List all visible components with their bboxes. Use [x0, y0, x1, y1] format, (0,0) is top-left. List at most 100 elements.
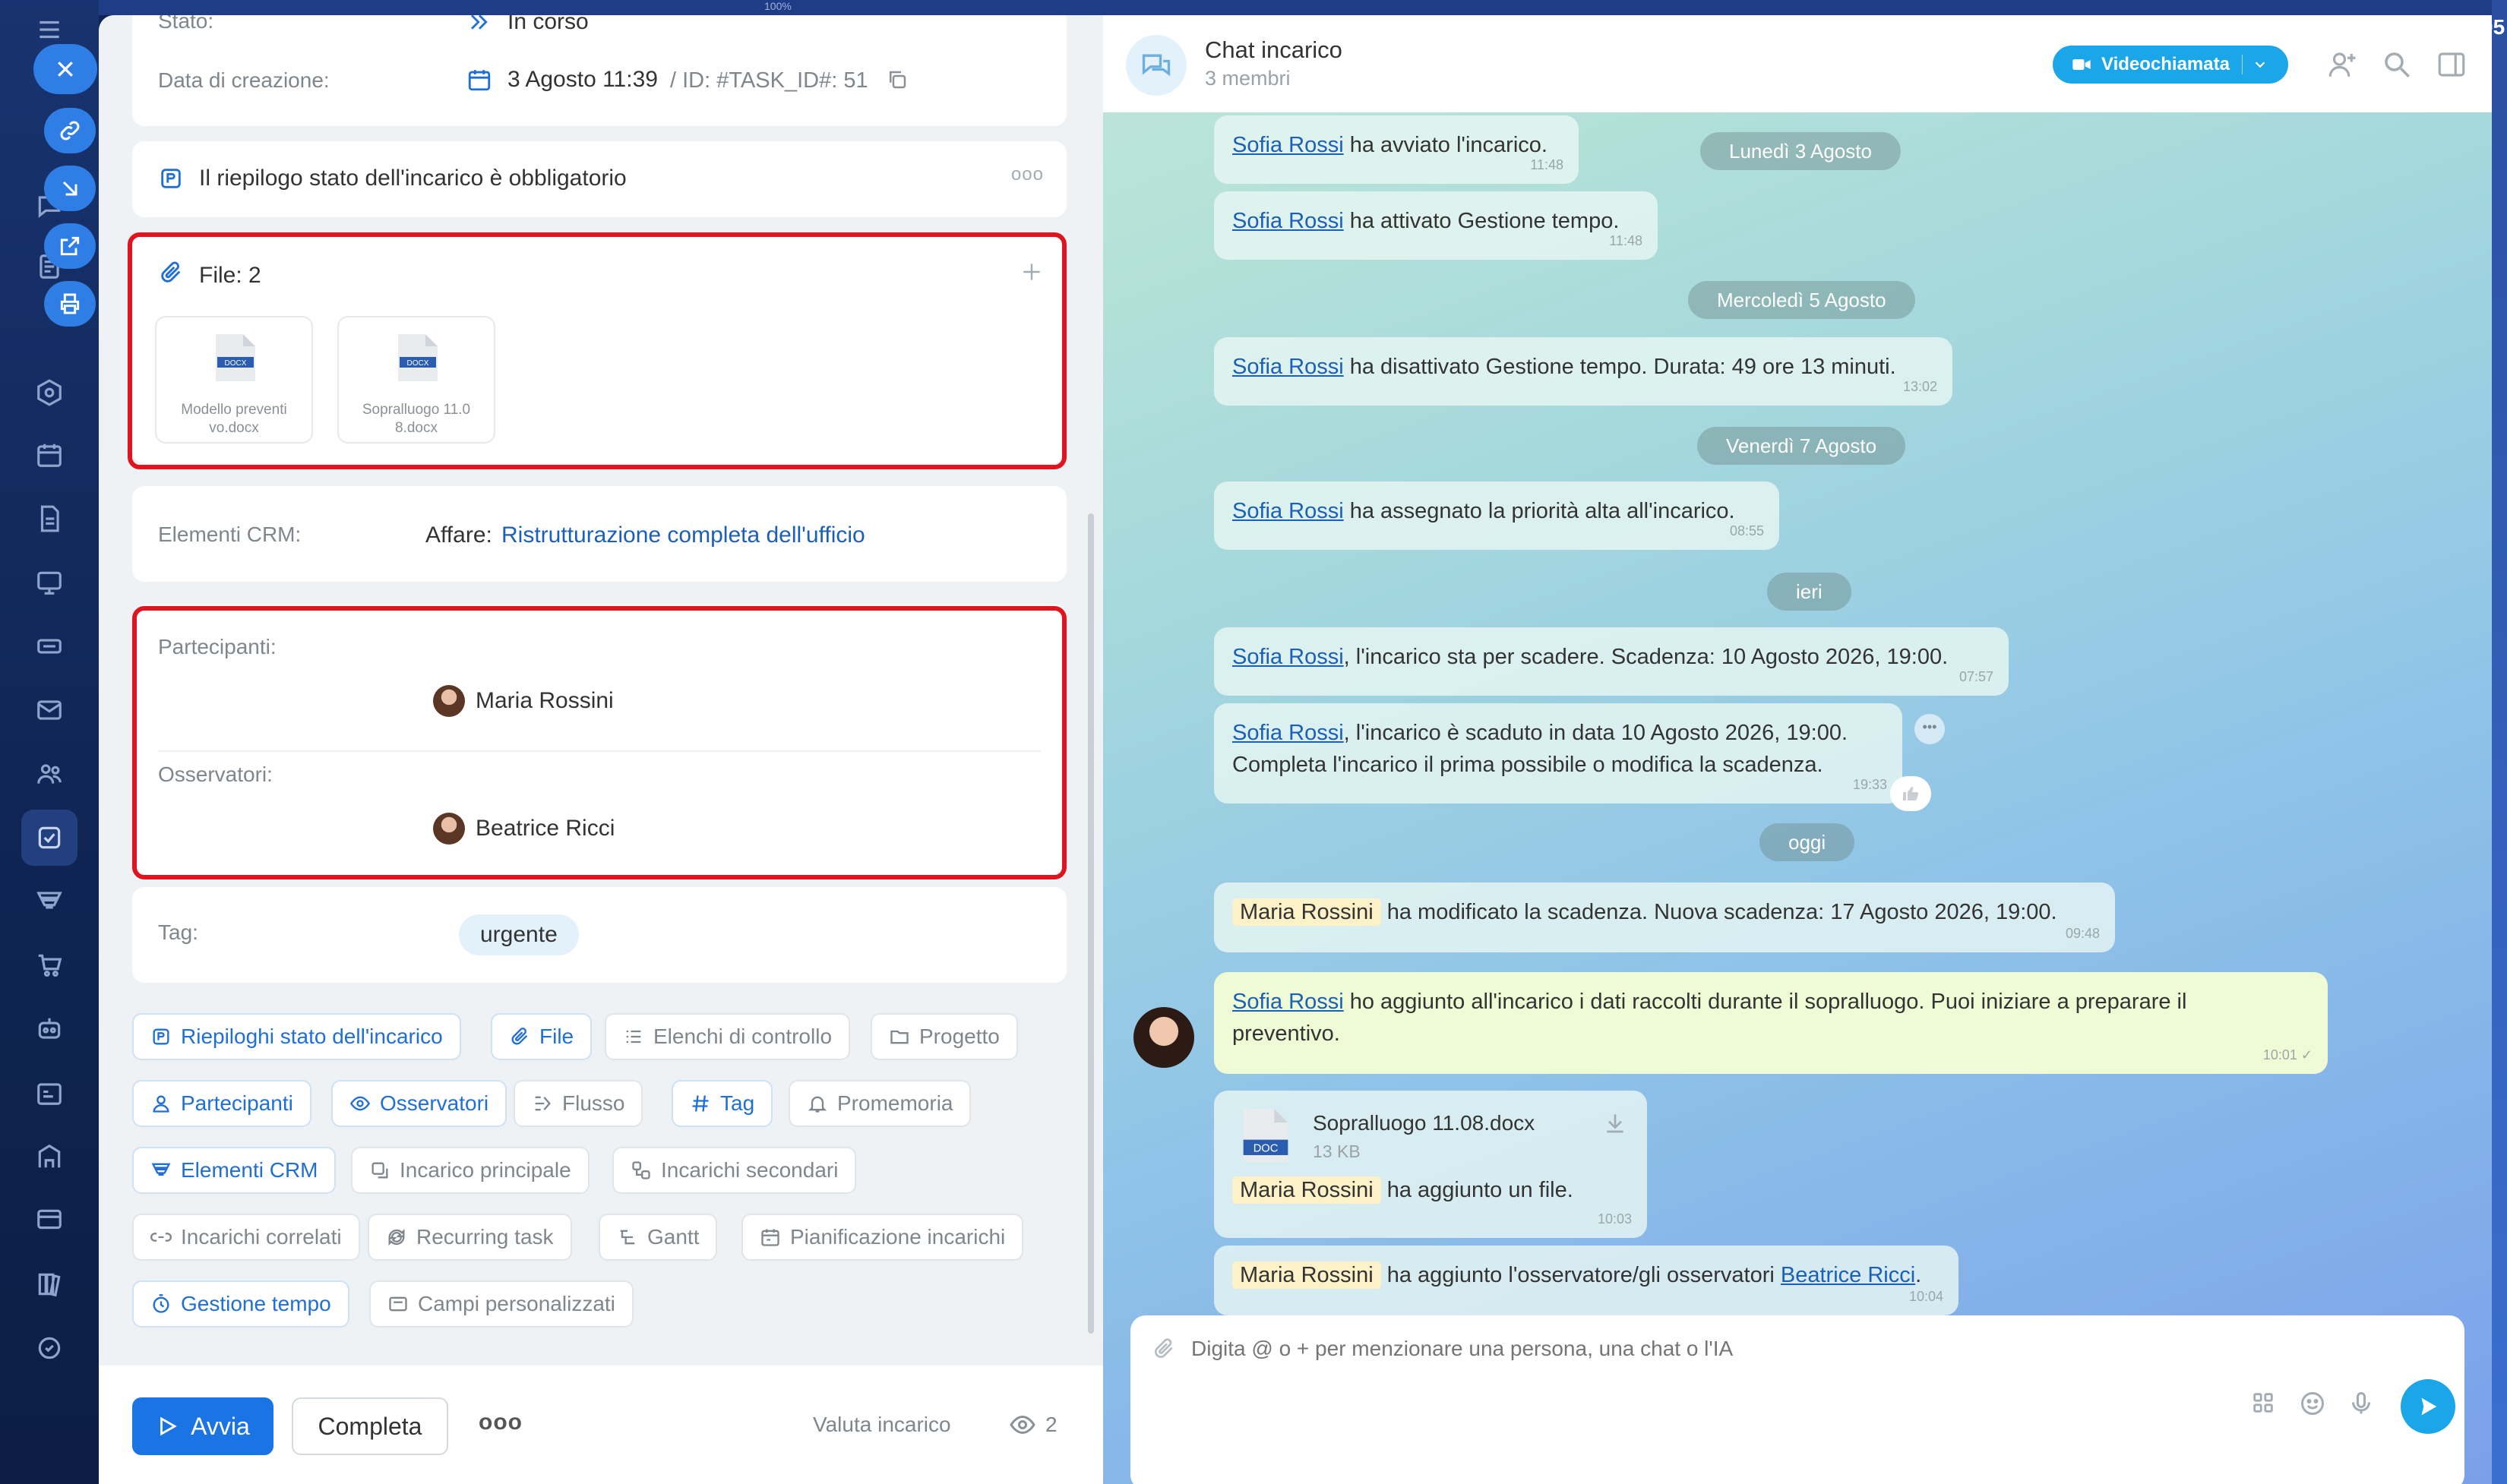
author-link[interactable]: Sofia Rossi: [1232, 990, 1344, 1014]
more-options-icon[interactable]: ooo: [1011, 164, 1044, 185]
author-link[interactable]: Sofia Rossi: [1232, 355, 1344, 379]
chat-members[interactable]: 3 membri: [1205, 67, 1291, 90]
author-mention[interactable]: Maria Rossini: [1232, 1261, 1381, 1289]
start-label: Avvia: [191, 1412, 250, 1440]
author-link[interactable]: Sofia Rossi: [1232, 645, 1344, 669]
chip-label: Pianificazione incarichi: [790, 1225, 1006, 1249]
message-time: 07:57: [1958, 669, 1993, 684]
close-slider-button[interactable]: [33, 44, 97, 94]
chip-flow[interactable]: Flusso: [514, 1080, 643, 1127]
chip-observers[interactable]: Osservatori: [331, 1080, 507, 1127]
file-message: DOC Sopralluogo 11.08.docx 13 KB Maria R…: [1214, 1091, 1647, 1238]
nav-mail-icon[interactable]: [33, 694, 65, 726]
add-user-icon[interactable]: [2326, 49, 2358, 81]
message-text: ha aggiunto l'osservatore/gli osservator…: [1380, 1263, 1781, 1287]
download-icon[interactable]: [1603, 1110, 1627, 1135]
chip-label: Incarichi secondari: [661, 1158, 839, 1182]
chip-crm-elements[interactable]: Elementi CRM: [132, 1147, 337, 1194]
chip-project[interactable]: Progetto: [871, 1013, 1018, 1060]
message-menu-icon[interactable]: •••: [1914, 714, 1945, 744]
send-button[interactable]: [2401, 1379, 2455, 1434]
search-icon[interactable]: [2381, 49, 2413, 81]
message-text: ha avviato l'incarico.: [1343, 133, 1548, 157]
message-time: 10:03: [1597, 1211, 1632, 1227]
chip-label: Tag: [720, 1091, 755, 1115]
system-message: Maria Rossini ha aggiunto l'osservatore/…: [1214, 1246, 1958, 1315]
link-icon: [60, 121, 80, 141]
open-new-window-button[interactable]: [44, 223, 96, 269]
hash-icon: [692, 1095, 709, 1112]
chip-gantt[interactable]: Gantt: [599, 1214, 718, 1261]
nav-automation-icon[interactable]: [33, 1013, 65, 1045]
like-icon[interactable]: [1890, 776, 1931, 811]
left-scrollbar[interactable]: [1088, 513, 1094, 1334]
nav-company-icon[interactable]: [33, 1141, 65, 1173]
author-link[interactable]: Sofia Rossi: [1232, 721, 1344, 745]
chip-task-planning[interactable]: Pianificazione incarichi: [741, 1214, 1024, 1261]
chip-tag[interactable]: Tag: [672, 1080, 773, 1127]
crm-deal-link[interactable]: Ristrutturazione completa dell'ufficio: [501, 523, 865, 548]
user-icon: [153, 1095, 169, 1113]
chip-file[interactable]: File: [491, 1013, 593, 1060]
chip-label: Riepiloghi stato dell'incarico: [181, 1025, 443, 1048]
nav-documents-icon[interactable]: [33, 503, 65, 535]
minimize-button[interactable]: [44, 166, 96, 211]
message-time: 08:55: [1729, 523, 1764, 538]
chip-related-tasks[interactable]: Incarichi correlati: [132, 1214, 360, 1261]
nav-knowledge-icon[interactable]: [33, 1268, 65, 1300]
chip-label: Incarico principale: [400, 1158, 571, 1182]
nav-collab-icon[interactable]: [33, 377, 65, 409]
observer-link[interactable]: Beatrice Ricci: [1781, 1263, 1915, 1287]
people-highlight-box: [132, 606, 1067, 879]
author-link[interactable]: Sofia Rossi: [1232, 209, 1344, 233]
message-text: , l'incarico sta per scadere. Scadenza: …: [1343, 645, 1949, 669]
start-task-button[interactable]: Avvia: [132, 1397, 273, 1455]
print-button[interactable]: [44, 281, 96, 327]
microphone-icon[interactable]: [2347, 1390, 2375, 1417]
author-mention[interactable]: Maria Rossini: [1232, 1176, 1381, 1204]
author-mention[interactable]: Maria Rossini: [1232, 898, 1381, 926]
tag-urgente[interactable]: urgente: [459, 914, 579, 955]
chip-custom-fields[interactable]: Campi personalizzati: [369, 1280, 634, 1328]
chip-checklists[interactable]: Elenchi di controllo: [605, 1013, 851, 1060]
chip-parent-task[interactable]: Incarico principale: [351, 1147, 590, 1194]
nav-crm-icon[interactable]: [33, 886, 65, 917]
nav-shop-icon[interactable]: [33, 949, 65, 981]
chip-time-tracking[interactable]: Gestione tempo: [132, 1280, 349, 1328]
message-input[interactable]: [1191, 1328, 2331, 1370]
nav-sites-icon[interactable]: [33, 1205, 65, 1236]
nav-groups-icon[interactable]: [33, 758, 65, 790]
eye-icon: [349, 1096, 371, 1111]
message-text: ho aggiunto all'incarico i dati raccolti…: [1343, 990, 2187, 1014]
chip-reminder[interactable]: Promemoria: [789, 1080, 972, 1127]
nav-tasks-icon[interactable]: [33, 822, 65, 854]
nav-board-icon[interactable]: [33, 567, 65, 598]
paperclip-icon[interactable]: [1152, 1337, 1176, 1361]
nav-calendar-icon[interactable]: [33, 439, 65, 471]
chip-participants[interactable]: Partecipanti: [132, 1080, 311, 1127]
apps-grid-icon[interactable]: [2250, 1390, 2276, 1416]
emoji-icon[interactable]: [2299, 1390, 2326, 1417]
copy-link-button[interactable]: [44, 108, 96, 153]
chip-recurring-task[interactable]: Recurring task: [368, 1214, 572, 1261]
send-icon: [2421, 1397, 2437, 1416]
video-call-button[interactable]: Videochiamata: [2053, 46, 2288, 84]
sidebar-toggle-icon[interactable]: [2436, 49, 2467, 81]
nav-drive-icon[interactable]: [33, 630, 65, 662]
status-play-icon: [471, 15, 488, 30]
nav-planner-icon[interactable]: [33, 1077, 65, 1109]
complete-task-button[interactable]: Completa: [292, 1397, 448, 1455]
nav-settings-icon[interactable]: [33, 1332, 65, 1364]
chip-label: Campi personalizzati: [418, 1292, 615, 1315]
menu-icon[interactable]: [33, 14, 65, 46]
file-name[interactable]: Sopralluogo 11.08.docx: [1313, 1107, 1535, 1139]
rate-task-link[interactable]: Valuta incarico: [813, 1413, 951, 1437]
author-link[interactable]: Sofia Rossi: [1232, 499, 1344, 523]
author-link[interactable]: Sofia Rossi: [1232, 133, 1344, 157]
chip-subtasks[interactable]: Incarichi secondari: [612, 1147, 857, 1194]
chip-status-summaries[interactable]: Riepiloghi stato dell'incarico: [132, 1013, 461, 1060]
doc-file-icon[interactable]: DOC: [1243, 1109, 1288, 1162]
calendar-plan-icon: [761, 1229, 779, 1246]
copy-icon[interactable]: [886, 68, 909, 91]
more-actions-button[interactable]: ooo: [479, 1410, 523, 1435]
